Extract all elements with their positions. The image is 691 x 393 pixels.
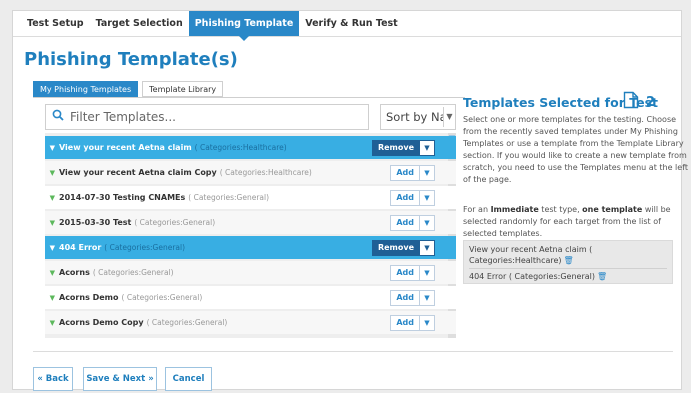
template-name: Acorns Demo <box>59 293 119 302</box>
document-icon <box>623 91 639 109</box>
add-button[interactable]: Add <box>390 190 420 206</box>
tab-template-library[interactable]: Template Library <box>142 81 224 97</box>
template-name: View your recent Aetna claim <box>59 143 192 152</box>
template-action-group: Add ▼ <box>390 165 435 181</box>
expand-chevron-icon[interactable]: ▼ <box>45 219 59 227</box>
expand-chevron-icon[interactable]: ▼ <box>45 244 59 252</box>
selected-templates-box: View your recent Aetna claim ( Categorie… <box>463 240 673 284</box>
expand-chevron-icon[interactable]: ▼ <box>45 319 59 327</box>
template-name: Acorns <box>59 268 90 277</box>
help-text-select: Select one or more templates for the tes… <box>463 115 688 184</box>
search-icon <box>46 109 70 125</box>
tab-my-phishing-templates[interactable]: My Phishing Templates <box>33 81 139 97</box>
help-text-part: test type, <box>538 205 583 214</box>
save-next-button[interactable]: Save & Next » <box>83 367 157 391</box>
tab-target-selection[interactable]: Target Selection <box>90 11 189 36</box>
expand-chevron-icon[interactable]: ▼ <box>45 169 59 177</box>
template-category: ( Categories:Healthcare) <box>194 143 287 152</box>
selected-template-item: 404 Error ( Categories:General) 🗑 <box>469 271 667 284</box>
add-button[interactable]: Add <box>390 165 420 181</box>
chevron-down-icon[interactable]: ▼ <box>420 190 435 206</box>
template-category: ( Categories:General) <box>121 293 203 302</box>
template-category: ( Categories:Healthcare) <box>219 168 312 177</box>
template-action-group: Add ▼ <box>390 265 435 281</box>
add-button[interactable]: Add <box>390 215 420 231</box>
expand-chevron-icon[interactable]: ▼ <box>45 194 59 202</box>
remove-button[interactable]: Remove <box>371 240 420 256</box>
template-list: ▼ View your recent Aetna claim( Categorie… <box>45 133 456 338</box>
template-name: 2015-03-30 Test <box>59 218 132 227</box>
help-text-bold-immediate: Immediate <box>490 205 539 214</box>
add-button[interactable]: Add <box>390 265 420 281</box>
template-category: ( Categories:General) <box>188 193 270 202</box>
add-button[interactable]: Add <box>390 315 420 331</box>
template-action-group: Add ▼ <box>390 215 435 231</box>
selected-count: 2 <box>646 95 656 110</box>
template-name: 2014-07-30 Testing CNAMEs <box>59 193 186 202</box>
sort-select[interactable]: Sort by Nar ▼ <box>380 104 456 130</box>
template-row[interactable]: ▼ Acorns Demo( Categories:General) Add ▼ <box>45 286 456 309</box>
template-category: ( Categories:General) <box>104 243 186 252</box>
trash-icon[interactable]: 🗑 <box>597 272 607 281</box>
template-action-group: Remove ▼ <box>371 140 435 156</box>
chevron-down-icon[interactable]: ▼ <box>420 215 435 231</box>
selected-template-item: View your recent Aetna claim ( Categorie… <box>469 244 667 269</box>
chevron-down-icon[interactable]: ▼ <box>420 315 435 331</box>
chevron-down-icon[interactable]: ▼ <box>420 240 435 256</box>
chevron-down-icon[interactable]: ▼ <box>420 265 435 281</box>
app-frame: Test Setup Target Selection Phishing Tem… <box>0 0 691 393</box>
tab-test-setup[interactable]: Test Setup <box>21 11 90 36</box>
template-row[interactable]: ▼ 2015-03-30 Test( Categories:General) Add… <box>45 211 456 234</box>
add-button[interactable]: Add <box>390 290 420 306</box>
tab-divider <box>33 97 465 98</box>
help-text-immediate: For an Immediate test type, one template… <box>463 204 691 240</box>
expand-chevron-icon[interactable]: ▼ <box>45 294 59 302</box>
template-category: ( Categories:General) <box>146 318 228 327</box>
filter-placeholder: Filter Templates... <box>70 110 176 124</box>
wizard-tabs: Test Setup Target Selection Phishing Tem… <box>13 11 681 41</box>
template-action-group: Remove ▼ <box>371 240 435 256</box>
help-text-part: For an <box>463 205 491 214</box>
selected-template-label: 404 Error ( Categories:General) <box>469 272 595 281</box>
template-row[interactable]: ▼ 404 Error( Categories:General) Remove ▼ <box>45 236 456 259</box>
footer-divider <box>33 351 673 352</box>
filter-templates-input[interactable]: Filter Templates... <box>45 104 369 130</box>
chevron-down-icon[interactable]: ▼ <box>420 290 435 306</box>
template-row[interactable]: ▼ 2014-07-30 Testing CNAMEs( Categories:G… <box>45 186 456 209</box>
template-action-group: Add ▼ <box>390 190 435 206</box>
template-source-tabs: My Phishing Templates Template Library <box>33 81 227 97</box>
template-action-group: Add ▼ <box>390 290 435 306</box>
cancel-button[interactable]: Cancel <box>165 367 212 391</box>
template-category: ( Categories:General) <box>134 218 216 227</box>
tab-verify-run-test[interactable]: Verify & Run Test <box>299 11 403 36</box>
page-title: Phishing Template(s) <box>24 49 238 70</box>
expand-chevron-icon[interactable]: ▼ <box>45 144 59 152</box>
sort-label: Sort by Nar <box>386 110 443 124</box>
wizard-card: Test Setup Target Selection Phishing Tem… <box>12 10 688 391</box>
selected-template-label: View your recent Aetna claim ( Categorie… <box>469 245 593 265</box>
trash-icon[interactable]: 🗑 <box>564 256 574 265</box>
template-category: ( Categories:General) <box>92 268 174 277</box>
chevron-down-icon[interactable]: ▼ <box>420 165 435 181</box>
expand-chevron-icon[interactable]: ▼ <box>45 269 59 277</box>
template-row[interactable]: ▼ Acorns Demo Copy( Categories:General) Ad… <box>45 311 456 334</box>
remove-button[interactable]: Remove <box>371 140 420 156</box>
template-name: Acorns Demo Copy <box>59 318 144 327</box>
template-row[interactable]: ▼ Acorns( Categories:General) Add ▼ <box>45 261 456 284</box>
help-text-bold-one-template: one template <box>582 205 643 214</box>
back-button[interactable]: « Back <box>33 367 73 391</box>
tab-phishing-template[interactable]: Phishing Template <box>188 11 300 41</box>
chevron-down-icon: ▼ <box>443 107 455 127</box>
template-name: View your recent Aetna claim Copy <box>59 168 217 177</box>
template-row[interactable]: ▼ View your recent Aetna claim( Categorie… <box>45 136 456 159</box>
template-row[interactable]: ▼ View your recent Aetna claim Copy( Cate… <box>45 161 456 184</box>
chevron-down-icon[interactable]: ▼ <box>420 140 435 156</box>
template-action-group: Add ▼ <box>390 315 435 331</box>
template-name: 404 Error <box>59 243 102 252</box>
